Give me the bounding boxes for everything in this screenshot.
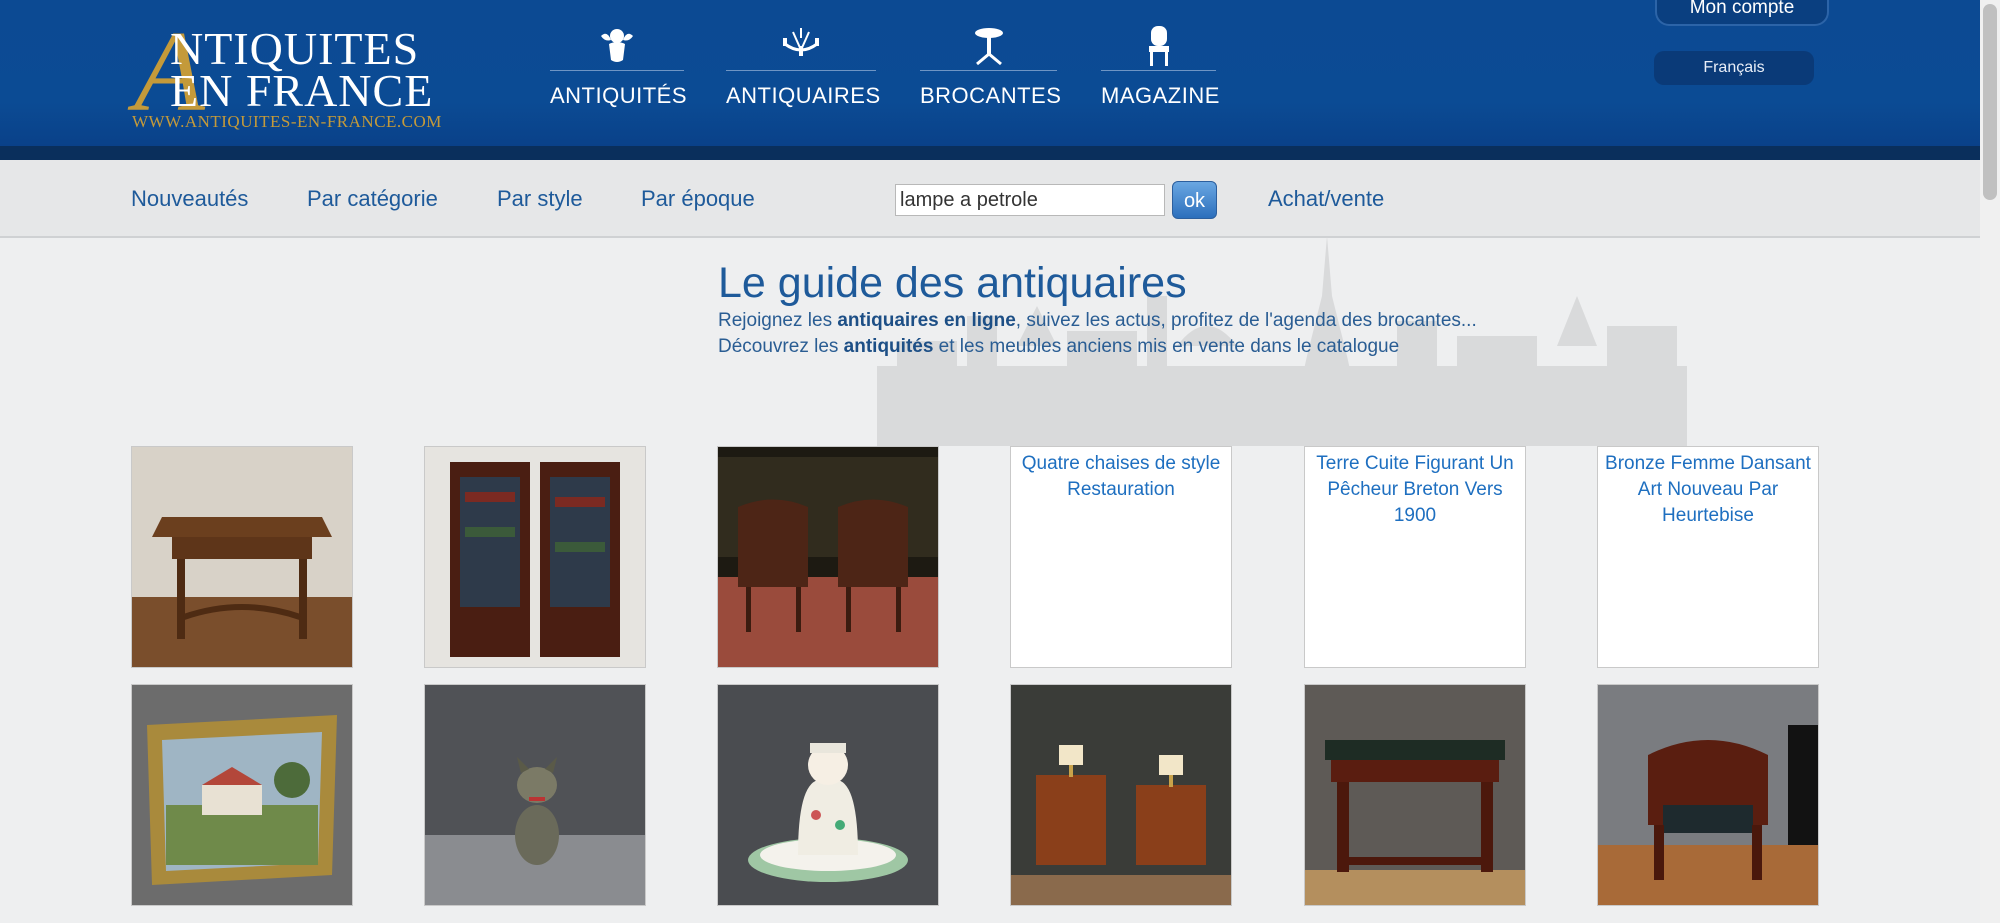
- porcelain-figure-image: [718, 685, 938, 905]
- dog-figurine-image: [425, 685, 645, 905]
- search-input[interactable]: lampe a petrole: [895, 184, 1165, 216]
- search-ok-button[interactable]: ok: [1172, 181, 1217, 219]
- nav-brocantes[interactable]: BROCANTES: [920, 24, 1061, 114]
- scrollbar-thumb[interactable]: [1983, 4, 1997, 200]
- product-thumbnail[interactable]: [131, 684, 353, 906]
- side-table-image: [132, 447, 352, 667]
- nightstands-image: [718, 447, 938, 667]
- console-table-image: [1305, 685, 1525, 905]
- logo-line-2: EN FRANCE: [170, 65, 434, 116]
- product-thumbnail-broken[interactable]: Quatre chaises de style Restauration: [1010, 446, 1232, 668]
- product-thumbnail[interactable]: [1304, 684, 1526, 906]
- header-strip: [0, 146, 1980, 160]
- product-thumbnail[interactable]: [717, 684, 939, 906]
- image-alt-text[interactable]: Quatre chaises de style Restauration: [1011, 447, 1231, 503]
- image-alt-text[interactable]: Terre Cuite Figurant Un Pêcheur Breton V…: [1305, 447, 1525, 529]
- intro-line-2: Découvrez les antiquités et les meubles …: [718, 336, 1400, 357]
- product-thumbnail[interactable]: [717, 446, 939, 668]
- nav-label: MAGAZINE: [1101, 83, 1220, 108]
- intro-line-1: Rejoignez les antiquaires en ligne, suiv…: [718, 310, 1477, 331]
- pedestal-table-icon: [974, 28, 1003, 66]
- link-antiquites[interactable]: antiquités: [844, 336, 934, 357]
- product-thumbnail-broken[interactable]: Terre Cuite Figurant Un Pêcheur Breton V…: [1304, 446, 1526, 668]
- product-thumbnail-broken[interactable]: Bronze Femme Dansant Art Nouveau Par Heu…: [1597, 446, 1819, 668]
- bookcases-image: [425, 447, 645, 667]
- intro-text: Rejoignez les antiquaires en ligne, suiv…: [718, 308, 1477, 360]
- nav-antiquaires[interactable]: ANTIQUAIRES: [726, 24, 880, 114]
- nav-magazine[interactable]: MAGAZINE: [1101, 24, 1219, 114]
- armchair-image: [1598, 685, 1818, 905]
- product-thumbnail[interactable]: [1010, 684, 1232, 906]
- product-thumbnail[interactable]: [1597, 684, 1819, 906]
- nav-label: ANTIQUITÉS: [550, 83, 688, 108]
- cherub-icon: [601, 29, 633, 62]
- subnav-nouveautes[interactable]: Nouveautés: [131, 186, 248, 212]
- nav-antiquites[interactable]: ANTIQUITÉS: [550, 24, 688, 114]
- nav-label: ANTIQUAIRES: [726, 83, 881, 108]
- nav-label: BROCANTES: [920, 83, 1062, 108]
- account-button[interactable]: Mon compte: [1655, 0, 1829, 26]
- product-thumbnail[interactable]: [131, 446, 353, 668]
- subnav-par-categorie[interactable]: Par catégorie: [307, 186, 438, 212]
- logo-url: WWW.ANTIQUITES-EN-FRANCE.COM: [132, 112, 442, 131]
- image-alt-text[interactable]: Bronze Femme Dansant Art Nouveau Par Heu…: [1598, 447, 1818, 529]
- page-title: Le guide des antiquaires: [718, 259, 1187, 307]
- painting-image: [132, 685, 352, 905]
- chair-icon: [1148, 26, 1169, 66]
- bedside-tables-image: [1011, 685, 1231, 905]
- language-selector[interactable]: Français: [1654, 51, 1814, 85]
- site-logo[interactable]: A NTIQUITES EN FRANCE WWW.ANTIQUITES-EN-…: [130, 14, 442, 132]
- product-thumbnail[interactable]: [424, 446, 646, 668]
- chandelier-icon: [783, 28, 819, 56]
- subnav-par-style[interactable]: Par style: [497, 186, 583, 212]
- product-thumbnail[interactable]: [424, 684, 646, 906]
- link-antiquaires-en-ligne[interactable]: antiquaires en ligne: [837, 310, 1015, 331]
- subnav-achat-vente[interactable]: Achat/vente: [1268, 186, 1384, 212]
- subnav-par-epoque[interactable]: Par époque: [641, 186, 755, 212]
